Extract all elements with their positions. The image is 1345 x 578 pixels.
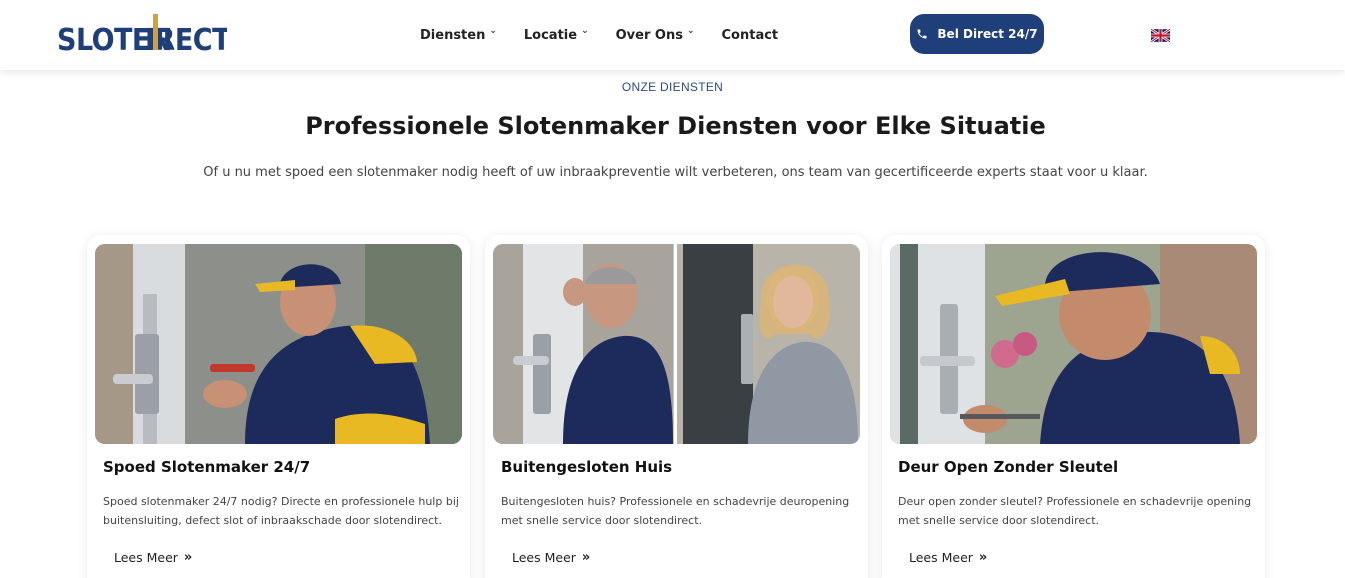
read-more-label: Lees Meer — [909, 550, 973, 565]
double-chevron-right-icon: » — [183, 550, 193, 565]
double-chevron-right-icon: » — [581, 550, 591, 565]
service-card-spoed[interactable]: Spoed Slotenmaker 24/7 Spoed slotenmaker… — [87, 235, 470, 578]
door-opening-photo — [890, 244, 1257, 444]
main-nav: Diensten ⌄ Locatie ⌄ Over Ons ⌄ Contact — [420, 0, 805, 70]
locked-out-photo — [493, 244, 860, 444]
card-image — [493, 244, 860, 444]
nav-item-diensten[interactable]: Diensten ⌄ — [420, 26, 497, 43]
read-more-label: Lees Meer — [114, 550, 178, 565]
chevron-down-icon: ⌄ — [489, 26, 497, 36]
section-title: Professionele Slotenmaker Diensten voor … — [305, 112, 1046, 140]
chevron-down-icon: ⌄ — [581, 26, 589, 36]
nav-label: Contact — [721, 27, 779, 43]
call-direct-button[interactable]: Bel Direct 24/7 — [910, 14, 1044, 54]
logo-mark: SLOTEN IRECT — [57, 14, 227, 56]
card-image — [890, 244, 1257, 444]
locksmith-photo — [95, 244, 462, 444]
nav-item-locatie[interactable]: Locatie ⌄ — [523, 26, 589, 43]
card-description: Spoed slotenmaker 24/7 nodig? Directe en… — [103, 495, 459, 527]
chevron-down-icon: ⌄ — [686, 26, 695, 36]
nav-label: Locatie — [523, 27, 578, 43]
nav-label: Diensten — [420, 27, 486, 43]
service-card-deur-open[interactable]: Deur Open Zonder Sleutel Deur open zonde… — [882, 235, 1265, 578]
service-card-buitengesloten[interactable]: Buitengesloten Huis Buitengesloten huis?… — [485, 235, 868, 578]
site-header: SLOTEN IRECT Diensten ⌄ Locatie ⌄ Over O… — [0, 0, 1345, 70]
section-subtitle: Of u nu met spoed een slotenmaker nodig … — [203, 165, 1148, 180]
double-chevron-right-icon: » — [978, 550, 988, 565]
call-direct-label: Bel Direct 24/7 — [937, 27, 1038, 41]
card-description: Deur open zonder sleutel? Professionele … — [898, 495, 1252, 527]
card-title: Spoed Slotenmaker 24/7 — [103, 458, 311, 476]
read-more-link[interactable]: Lees Meer » — [114, 550, 192, 565]
uk-flag-icon[interactable] — [1151, 29, 1170, 42]
card-title: Buitengesloten Huis — [501, 458, 673, 476]
card-description: Buitengesloten huis? Professionele en sc… — [501, 495, 850, 527]
card-title: Deur Open Zonder Sleutel — [898, 458, 1119, 476]
nav-item-over-ons[interactable]: Over Ons ⌄ — [615, 26, 695, 43]
nav-item-contact[interactable]: Contact — [722, 28, 779, 43]
card-image — [95, 244, 462, 444]
read-more-label: Lees Meer — [512, 550, 576, 565]
read-more-link[interactable]: Lees Meer » — [512, 550, 590, 565]
section-eyebrow: ONZE DIENSTEN — [621, 80, 724, 94]
nav-label: Over Ons — [615, 27, 683, 43]
phone-icon — [917, 29, 927, 39]
site-logo[interactable]: SLOTEN IRECT — [57, 14, 227, 56]
read-more-link[interactable]: Lees Meer » — [909, 550, 987, 565]
